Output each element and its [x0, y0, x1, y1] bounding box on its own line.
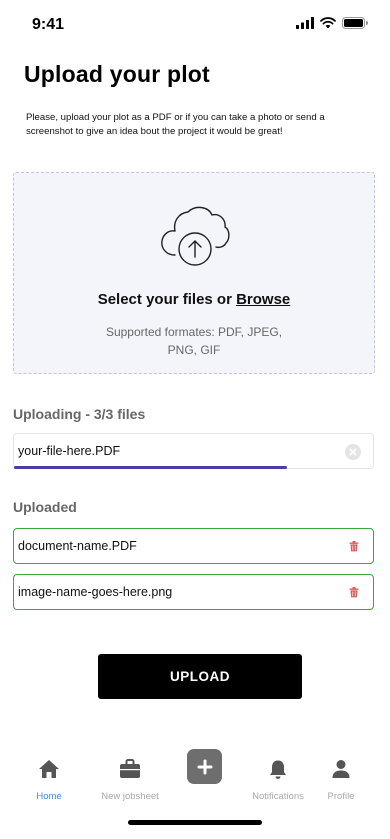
uploading-file-name: your-file-here.PDF: [18, 444, 121, 458]
plus-icon: [197, 759, 212, 774]
supported-formats-line-2: PNG, GIF: [167, 343, 221, 357]
upload-progress-bar: [14, 466, 373, 469]
uploading-section-label: Uploading - 3/3 files: [13, 406, 146, 422]
dropzone-title-prefix: Select your files or: [97, 291, 237, 308]
cellular-signal-icon: [296, 17, 314, 29]
tab-home-label: Home: [36, 791, 62, 802]
bottom-tab-bar: Home New jobsheet Notifications Profile: [0, 748, 390, 808]
status-bar: 9:41: [0, 0, 390, 48]
browse-link[interactable]: Browse: [236, 291, 290, 308]
status-time: 9:41: [32, 16, 65, 33]
supported-formats-line-1: Supported formates: PDF, JPEG,: [105, 325, 283, 339]
trash-icon[interactable]: [349, 587, 359, 598]
tab-home[interactable]: Home: [9, 748, 89, 802]
upload-button[interactable]: UPLOAD: [98, 654, 302, 699]
home-icon: [39, 760, 59, 778]
tab-profile[interactable]: Profile: [301, 748, 381, 802]
battery-icon: [342, 17, 368, 29]
cancel-upload-icon[interactable]: [345, 444, 361, 460]
trash-icon[interactable]: [349, 541, 359, 552]
uploaded-file-row: document-name.PDF: [13, 528, 374, 564]
page-title: Upload your plot: [24, 61, 210, 87]
status-icons: [296, 17, 368, 29]
dropzone-title: Select your files or Browse: [14, 291, 374, 308]
add-button[interactable]: [187, 749, 222, 784]
uploading-file-row: your-file-here.PDF: [13, 433, 374, 469]
uploaded-file-row: image-name-goes-here.png: [13, 574, 374, 610]
tab-new-jobsheet-label: New jobsheet: [101, 791, 159, 802]
tab-new-jobsheet[interactable]: New jobsheet: [90, 748, 170, 802]
bell-icon: [270, 760, 286, 779]
tab-profile-label: Profile: [327, 791, 355, 802]
briefcase-icon: [120, 759, 140, 778]
wifi-icon: [320, 17, 336, 29]
person-icon: [332, 760, 350, 778]
uploaded-file-name: document-name.PDF: [18, 539, 137, 553]
uploaded-section-label: Uploaded: [13, 499, 77, 515]
supported-formats-text: Supported formates: PDF, JPEG, PNG, GIF: [94, 323, 294, 359]
upload-progress-fill: [14, 466, 287, 469]
file-dropzone[interactable]: Select your files or Browse Supported fo…: [13, 172, 375, 374]
page-description: Please, upload your plot as a PDF or if …: [26, 112, 325, 137]
uploaded-file-name: image-name-goes-here.png: [18, 585, 173, 599]
cloud-upload-icon: [161, 206, 230, 266]
home-indicator: [128, 820, 262, 825]
